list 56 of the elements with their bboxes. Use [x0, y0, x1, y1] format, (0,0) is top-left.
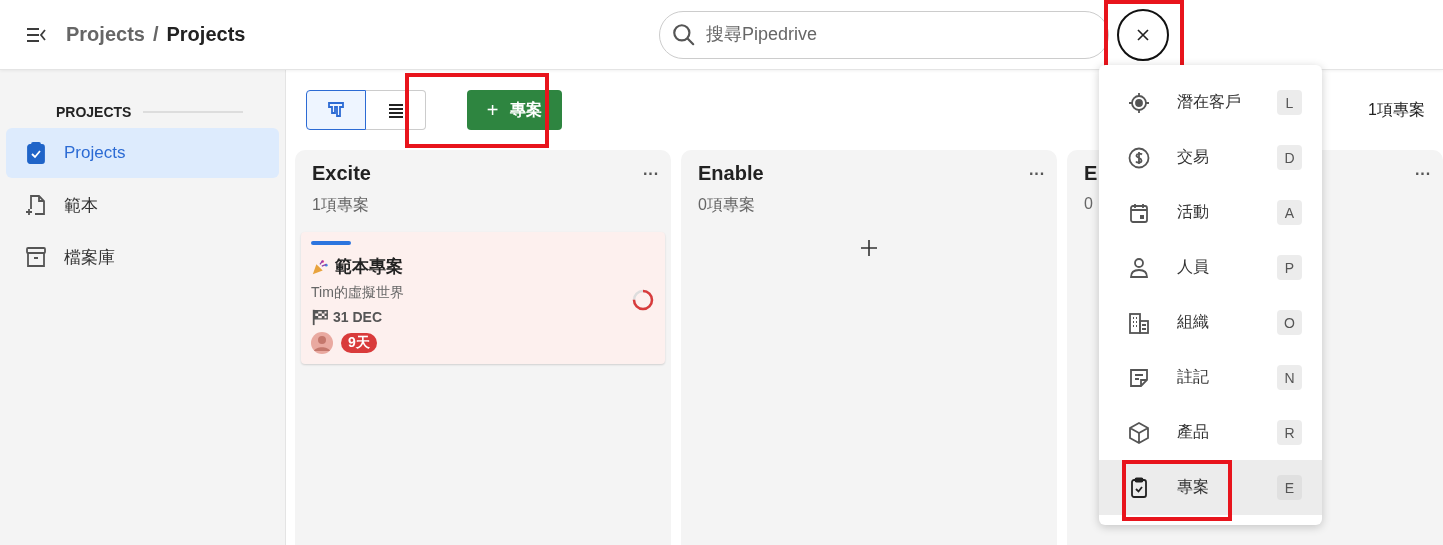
column-title: E: [1084, 162, 1098, 185]
sidebar-item[interactable]: Projects: [6, 128, 279, 178]
board-view-button[interactable]: [306, 90, 366, 130]
sidebar-item[interactable]: 檔案庫: [6, 232, 279, 282]
menu-item[interactable]: 活動 A: [1099, 185, 1322, 240]
shortcut-key: P: [1277, 255, 1302, 280]
target-icon: [1127, 90, 1151, 115]
shortcut-key: A: [1277, 200, 1302, 225]
add-project-button[interactable]: + 專案: [467, 90, 562, 130]
shortcut-key: N: [1277, 365, 1302, 390]
progress-ring: [631, 287, 655, 312]
cube-icon: [1127, 420, 1151, 445]
list-view-button[interactable]: [366, 90, 426, 130]
menu-item[interactable]: 產品 R: [1099, 405, 1322, 460]
shortcut-key: E: [1277, 475, 1302, 500]
close-button[interactable]: [1117, 8, 1169, 61]
shortcut-key: O: [1277, 310, 1302, 335]
card-subtitle: Tim的虛擬世界: [311, 284, 404, 302]
column-count: 0項專案: [698, 195, 755, 215]
add-icon[interactable]: [859, 238, 879, 258]
menu-item[interactable]: 交易 D: [1099, 130, 1322, 185]
breadcrumb-separator: /: [152, 23, 159, 46]
column-count: 0: [1084, 195, 1093, 213]
menu-item[interactable]: 註記 N: [1099, 350, 1322, 405]
column-title: Enable: [698, 162, 764, 185]
shortcut-key: L: [1277, 90, 1302, 115]
menu-item[interactable]: 人員 P: [1099, 240, 1322, 295]
days-badge: 9天: [341, 333, 377, 353]
page-title: Projects: [166, 23, 246, 46]
document-plus-icon: [24, 193, 48, 217]
more-menu-button[interactable]: ···: [643, 164, 659, 183]
checkered-flag-icon: [311, 308, 329, 326]
building-icon: [1127, 310, 1151, 335]
more-menu-button[interactable]: ···: [1029, 164, 1045, 183]
shortcut-key: R: [1277, 420, 1302, 445]
menu-item[interactable]: 專案 E: [1099, 460, 1322, 515]
menu-item[interactable]: 組織 O: [1099, 295, 1322, 350]
shortcut-key: D: [1277, 145, 1302, 170]
clipboard-icon: [24, 141, 48, 165]
project-card[interactable]: 範本專案 Tim的虛擬世界 31 DEC 9天: [301, 232, 665, 364]
section-heading: PROJECTS: [56, 104, 132, 120]
card-title: 範本專案: [335, 256, 403, 278]
avatar-icon: [311, 332, 333, 354]
menu-item[interactable]: 潛在客戶 L: [1099, 75, 1322, 130]
breadcrumb-link[interactable]: Projects: [66, 23, 145, 46]
column-title: Excite: [312, 162, 371, 185]
dollar-circle-icon: [1127, 145, 1151, 170]
more-menu-button[interactable]: ···: [1415, 164, 1431, 183]
due-date: 31 DEC: [333, 309, 383, 325]
party-popper-icon: [311, 257, 329, 276]
sidebar-item[interactable]: 範本: [6, 180, 279, 230]
column-count: 1項專案: [312, 195, 369, 215]
archive-box-icon: [24, 245, 48, 269]
person-icon: [1127, 255, 1151, 280]
search-field[interactable]: 搜尋Pipedrive: [659, 10, 1109, 59]
project-count: 1項專案: [1368, 99, 1425, 120]
